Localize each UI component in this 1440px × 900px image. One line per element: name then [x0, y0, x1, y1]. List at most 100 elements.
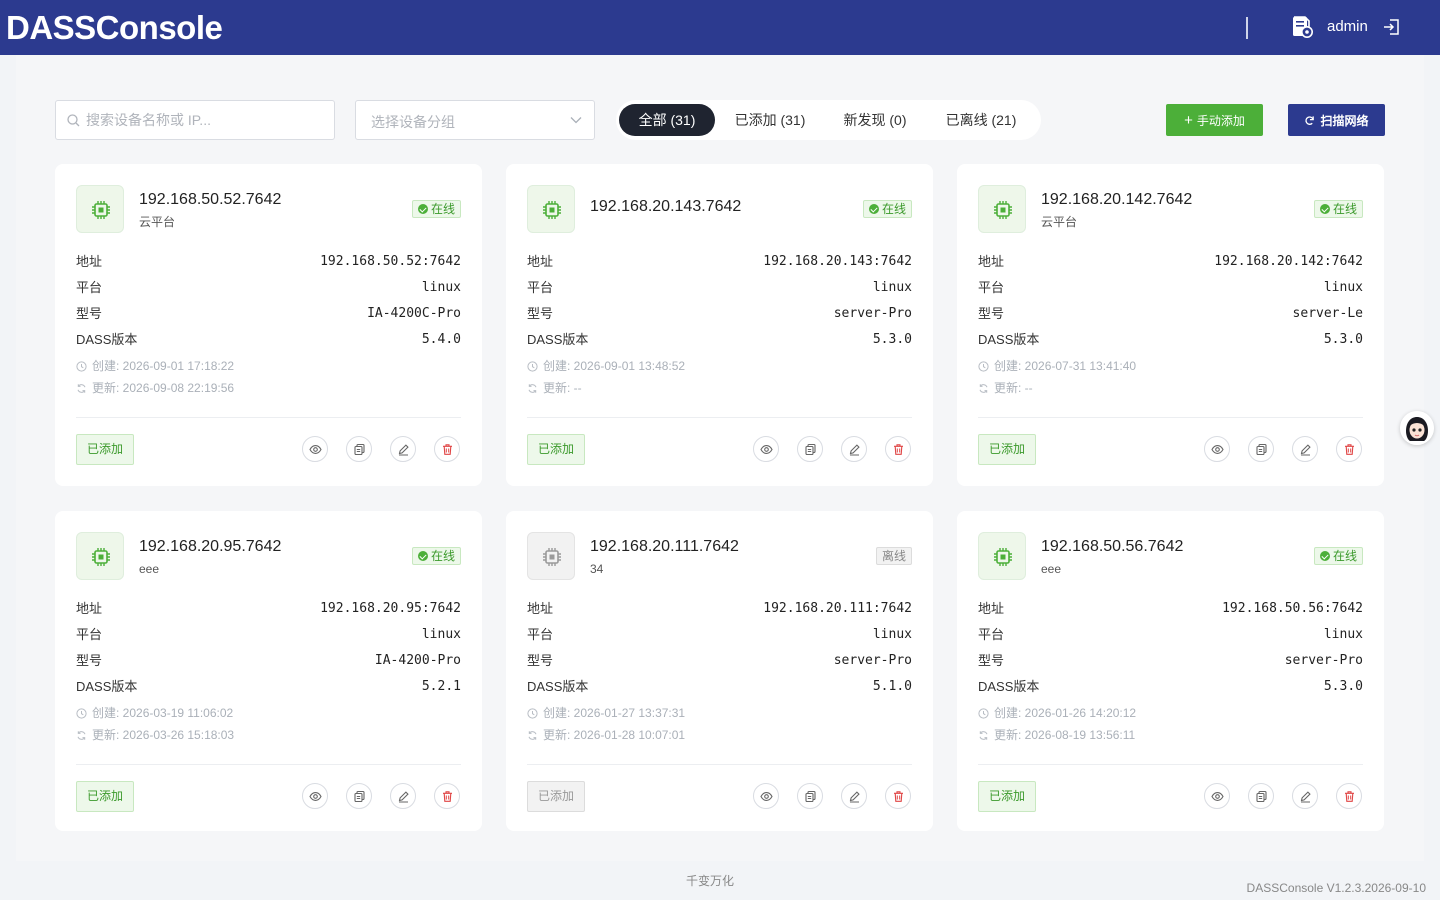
device-title: 192.168.50.52.7642: [139, 191, 282, 208]
edit-button[interactable]: [841, 436, 867, 462]
tab-all[interactable]: 全部 (31): [619, 104, 715, 136]
platform-value: linux: [421, 280, 461, 295]
edit-button[interactable]: [390, 783, 416, 809]
edit-button[interactable]: [1292, 436, 1318, 462]
device-icon-box: [76, 532, 124, 580]
tab-added[interactable]: 已添加 (31): [720, 104, 820, 136]
address-value: 192.168.20.95:7642: [320, 601, 461, 616]
address-value: 192.168.50.52:7642: [320, 254, 461, 269]
version-label: DASS版本: [527, 679, 589, 694]
tab-offline[interactable]: 已离线 (21): [930, 104, 1032, 136]
copy-icon: [1256, 790, 1267, 803]
card-divider: [76, 764, 461, 765]
view-button[interactable]: [1204, 783, 1230, 809]
version-value: 5.3.0: [872, 332, 912, 347]
added-tag: 已添加: [527, 781, 585, 812]
username-label[interactable]: admin: [1327, 17, 1368, 37]
copy-button[interactable]: [1248, 783, 1274, 809]
document-gear-icon[interactable]: [1291, 16, 1313, 38]
manual-add-button[interactable]: + 手动添加: [1166, 104, 1263, 136]
platform-label: 平台: [76, 280, 103, 295]
model-value: server-Le: [1292, 306, 1363, 321]
clock-icon: [978, 361, 989, 372]
model-label: 型号: [527, 306, 554, 321]
search-icon: [67, 114, 80, 127]
logout-icon[interactable]: [1383, 18, 1401, 36]
sync-icon: [77, 731, 86, 740]
created-time: 创建: 2026-01-26 14:20:12: [978, 705, 1136, 721]
device-card[interactable]: 192.168.50.52.7642 云平台 在线 地址 192.168.50.5…: [55, 164, 482, 486]
edit-button[interactable]: [1292, 783, 1318, 809]
footer-version: DASSConsole V1.2.3.2026-09-10: [1246, 881, 1426, 895]
group-select[interactable]: 选择设备分组: [355, 100, 595, 140]
assistant-avatar[interactable]: [1400, 411, 1434, 445]
updated-time: 更新: 2026-01-28 10:07:01: [527, 727, 685, 743]
address-row: 地址 192.168.50.56:7642: [978, 599, 1363, 619]
clock-icon: [76, 708, 87, 719]
search-box[interactable]: [55, 100, 335, 140]
model-value: server-Pro: [833, 306, 912, 321]
check-circle-icon: [1319, 551, 1330, 561]
sync-icon: [979, 731, 988, 740]
card-divider: [978, 417, 1363, 418]
delete-button[interactable]: [885, 783, 911, 809]
delete-button[interactable]: [434, 783, 460, 809]
device-icon-box: [527, 185, 575, 233]
copy-button[interactable]: [346, 436, 372, 462]
device-card[interactable]: 192.168.20.142.7642 云平台 在线 地址 192.168.20.…: [957, 164, 1384, 486]
updated-time: 更新: 2026-09-08 22:19:56: [76, 380, 234, 396]
created-time: 创建: 2026-09-01 17:18:22: [76, 358, 234, 374]
device-card[interactable]: 192.168.20.111.7642 34 离线 地址 192.168.20.1…: [506, 511, 933, 831]
view-button[interactable]: [302, 783, 328, 809]
copy-icon: [805, 790, 816, 803]
plus-icon: +: [1184, 111, 1193, 129]
model-row: 型号 server-Pro: [527, 304, 912, 324]
device-card[interactable]: 192.168.20.143.7642 在线 地址 192.168.20.143:…: [506, 164, 933, 486]
edit-icon: [398, 791, 409, 803]
group-select-placeholder: 选择设备分组: [371, 114, 455, 130]
view-button[interactable]: [302, 436, 328, 462]
delete-icon: [443, 791, 452, 802]
view-button[interactable]: [753, 436, 779, 462]
brand-logo[interactable]: DASSConsole: [6, 8, 223, 48]
view-button[interactable]: [753, 783, 779, 809]
updated-time: 更新: --: [978, 380, 1033, 396]
platform-value: linux: [1323, 280, 1363, 295]
delete-button[interactable]: [885, 436, 911, 462]
edit-button[interactable]: [390, 436, 416, 462]
device-icon-box: [978, 532, 1026, 580]
delete-icon: [894, 791, 903, 802]
edit-button[interactable]: [841, 783, 867, 809]
copy-button[interactable]: [797, 783, 823, 809]
delete-button[interactable]: [1336, 436, 1362, 462]
created-time: 创建: 2026-09-01 13:48:52: [527, 358, 685, 374]
copy-button[interactable]: [1248, 436, 1274, 462]
model-row: 型号 server-Pro: [527, 651, 912, 671]
added-tag: 已添加: [76, 434, 134, 465]
copy-button[interactable]: [346, 783, 372, 809]
header-divider: [1246, 17, 1248, 39]
device-card[interactable]: 192.168.50.56.7642 eee 在线 地址 192.168.50.5…: [957, 511, 1384, 831]
address-value: 192.168.20.111:7642: [763, 601, 912, 616]
device-title: 192.168.50.56.7642: [1041, 538, 1184, 555]
model-label: 型号: [527, 653, 554, 668]
clock-icon: [76, 361, 87, 372]
model-row: 型号 IA-4200C-Pro: [76, 304, 461, 324]
version-row: DASS版本 5.4.0: [76, 330, 461, 350]
platform-value: linux: [421, 627, 461, 642]
delete-button[interactable]: [434, 436, 460, 462]
copy-button[interactable]: [797, 436, 823, 462]
eye-icon: [309, 792, 322, 801]
address-row: 地址 192.168.20.142:7642: [978, 252, 1363, 272]
search-input[interactable]: [86, 101, 326, 139]
tab-discovered[interactable]: 新发现 (0): [828, 104, 922, 136]
card-divider: [527, 764, 912, 765]
device-card[interactable]: 192.168.20.95.7642 eee 在线 地址 192.168.20.9…: [55, 511, 482, 831]
view-button[interactable]: [1204, 436, 1230, 462]
delete-button[interactable]: [1336, 783, 1362, 809]
address-value: 192.168.50.56:7642: [1222, 601, 1363, 616]
check-circle-icon: [417, 551, 428, 561]
scan-network-button[interactable]: 扫描网络: [1288, 104, 1385, 136]
edit-icon: [849, 444, 860, 456]
platform-row: 平台 linux: [527, 278, 912, 298]
